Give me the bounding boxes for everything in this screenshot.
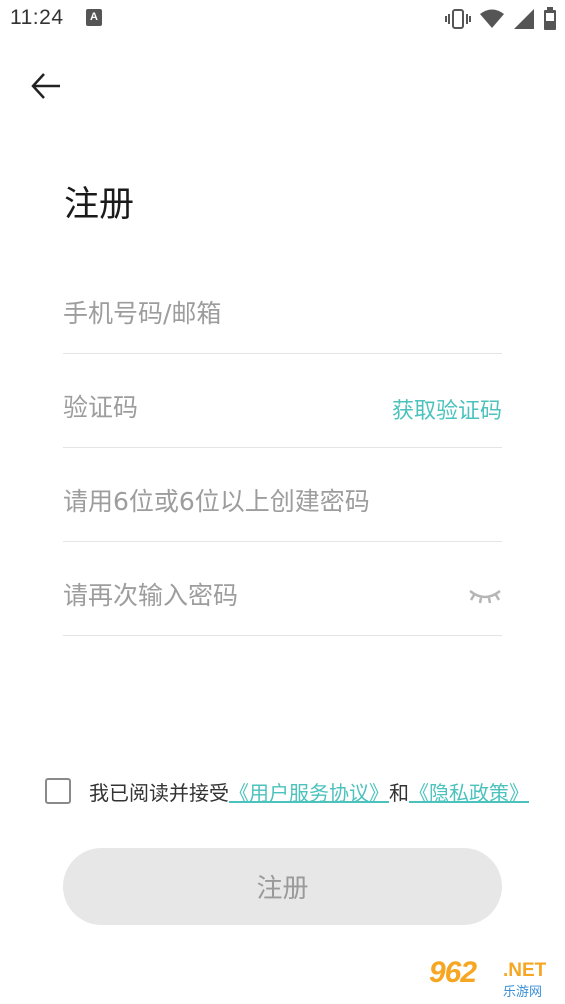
notification-icon: A [86, 9, 102, 26]
verification-code-field: 获取验证码 [63, 354, 502, 448]
terms-link[interactable]: 《用户服务协议》 [229, 777, 389, 806]
password-field [63, 448, 502, 542]
eye-closed-icon[interactable] [468, 587, 502, 607]
signal-icon [513, 8, 535, 30]
password-input[interactable] [63, 481, 443, 521]
phone-email-input[interactable] [63, 293, 363, 333]
status-bar: 11:24 A [0, 0, 565, 38]
agreement-row: 我已阅读并接受 《用户服务协议》 和 《隐私政策》 [45, 777, 529, 805]
confirm-password-input[interactable] [63, 575, 443, 615]
privacy-link[interactable]: 《隐私政策》 [409, 777, 529, 806]
agreement-conjunction: 和 [389, 780, 409, 805]
vibrate-icon [445, 8, 471, 30]
status-icons [445, 6, 557, 32]
back-button[interactable] [26, 68, 66, 108]
page-title: 注册 [64, 185, 135, 225]
confirm-password-field [63, 542, 502, 636]
agreement-prefix: 我已阅读并接受 [89, 780, 229, 805]
watermark-suffix: .NET [503, 960, 547, 981]
get-code-button[interactable]: 获取验证码 [392, 393, 502, 425]
phone-email-field [63, 260, 502, 354]
agreement-checkbox[interactable] [45, 778, 71, 804]
watermark-number: 962 [429, 956, 477, 989]
verification-code-input[interactable] [63, 387, 363, 427]
watermark-site-name: 乐游网 [503, 985, 543, 1000]
register-button[interactable]: 注册 [63, 848, 502, 925]
site-watermark-logo: 962 .NET 乐游网 [425, 954, 560, 1000]
wifi-icon [479, 8, 505, 30]
status-time: 11:24 [10, 6, 64, 29]
arrow-left-icon [30, 72, 62, 104]
battery-icon [543, 7, 557, 31]
